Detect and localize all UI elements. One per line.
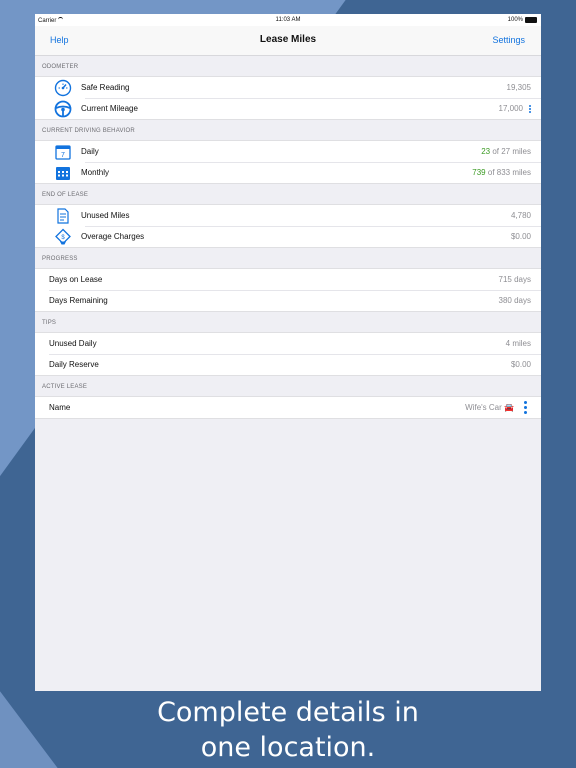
calendar-day-icon: 7 <box>45 143 81 161</box>
row-safe-reading[interactable]: Safe Reading 19,305 <box>35 77 541 98</box>
progress-group: Days on Lease 715 days Days Remaining 38… <box>35 268 541 312</box>
battery-indicator: 100% <box>508 17 537 23</box>
monthly-total: of 833 miles <box>485 168 531 177</box>
unused-miles-label: Unused Miles <box>81 211 130 220</box>
ipad-screen: Carrier 11:03 AM 100% Help Lease Miles S… <box>35 14 541 691</box>
days-on-lease-value: 715 days <box>498 275 531 284</box>
battery-icon <box>525 17 537 23</box>
overage-charges-value: $0.00 <box>510 232 531 241</box>
row-unused-miles[interactable]: Unused Miles 4,780 <box>35 205 541 226</box>
end-of-lease-group: Unused Miles 4,780 $ Overage Charges $0.… <box>35 204 541 248</box>
section-header-behavior: CURRENT DRIVING BEHAVIOR <box>42 128 135 134</box>
unused-daily-label: Unused Daily <box>49 339 97 348</box>
unused-miles-value: 4,780 <box>510 211 531 220</box>
behavior-group: 7 Daily 23 of 27 miles Monthly 739 of 83… <box>35 140 541 184</box>
lease-name-label: Name <box>49 403 71 412</box>
daily-total: of 27 miles <box>490 147 531 156</box>
days-on-lease-label: Days on Lease <box>49 275 103 284</box>
status-time: 11:03 AM <box>275 17 301 23</box>
monthly-current: 739 <box>472 168 486 177</box>
current-mileage-value: 17,000 <box>499 104 531 113</box>
lease-options-icon[interactable] <box>524 401 527 414</box>
status-bar: Carrier 11:03 AM 100% <box>35 14 541 26</box>
row-overage-charges[interactable]: $ Overage Charges $0.00 <box>35 226 541 247</box>
calendar-day-number: 7 <box>61 152 65 159</box>
days-remaining-label: Days Remaining <box>49 296 108 305</box>
settings-button[interactable]: Settings <box>492 35 525 45</box>
marketing-caption: Complete details in one location. <box>0 695 576 765</box>
daily-label: Daily <box>81 147 99 156</box>
section-header-active-lease: ACTIVE LEASE <box>42 384 88 390</box>
document-checklist-icon <box>45 207 81 225</box>
daily-reserve-value: $0.00 <box>510 360 531 369</box>
speedometer-icon <box>45 79 81 97</box>
overage-charges-label: Overage Charges <box>81 232 145 241</box>
steering-wheel-icon <box>45 100 81 118</box>
section-header-end-of-lease: END OF LEASE <box>42 192 89 198</box>
daily-current: 23 <box>481 147 491 156</box>
row-days-remaining[interactable]: Days Remaining 380 days <box>35 290 541 311</box>
row-current-mileage[interactable]: Current Mileage 17,000 <box>35 98 541 119</box>
caption-line-1: Complete details in <box>157 697 419 728</box>
unused-daily-value: 4 miles <box>505 339 531 348</box>
monthly-value: 739 of 833 miles <box>472 168 531 177</box>
section-header-tips: TIPS <box>42 320 57 326</box>
monthly-label: Monthly <box>81 168 110 177</box>
row-unused-daily[interactable]: Unused Daily 4 miles <box>35 333 541 354</box>
row-monthly[interactable]: Monthly 739 of 833 miles <box>35 162 541 183</box>
safe-reading-label: Safe Reading <box>81 83 130 92</box>
caption-line-2: one location. <box>200 732 376 763</box>
tips-group: Unused Daily 4 miles Daily Reserve $0.00 <box>35 332 541 376</box>
svg-text:$: $ <box>61 235 65 241</box>
active-lease-group: Name Wife's Car 🚘 <box>35 396 541 419</box>
section-header-progress: PROGRESS <box>42 256 78 262</box>
current-mileage-label: Current Mileage <box>81 104 138 113</box>
days-remaining-value: 380 days <box>498 296 531 305</box>
row-daily-reserve[interactable]: Daily Reserve $0.00 <box>35 354 541 375</box>
row-daily[interactable]: 7 Daily 23 of 27 miles <box>35 141 541 162</box>
section-header-odometer: ODOMETER <box>42 64 79 70</box>
row-lease-name[interactable]: Name Wife's Car 🚘 <box>35 397 541 418</box>
lease-name-value: Wife's Car 🚘 <box>465 403 514 412</box>
car-icon: 🚘 <box>504 403 514 412</box>
navigation-bar: Help Lease Miles Settings <box>35 26 541 56</box>
more-options-icon[interactable] <box>529 104 531 113</box>
odometer-group: Safe Reading 19,305 Current Mileage 17,0… <box>35 76 541 120</box>
daily-reserve-label: Daily Reserve <box>49 360 99 369</box>
safe-reading-value: 19,305 <box>506 83 531 92</box>
money-tag-icon: $ <box>45 228 81 246</box>
row-days-on-lease[interactable]: Days on Lease 715 days <box>35 269 541 290</box>
calendar-month-icon <box>45 164 81 182</box>
page-title: Lease Miles <box>259 34 317 45</box>
daily-value: 23 of 27 miles <box>481 147 531 156</box>
battery-percent: 100% <box>507 17 523 23</box>
